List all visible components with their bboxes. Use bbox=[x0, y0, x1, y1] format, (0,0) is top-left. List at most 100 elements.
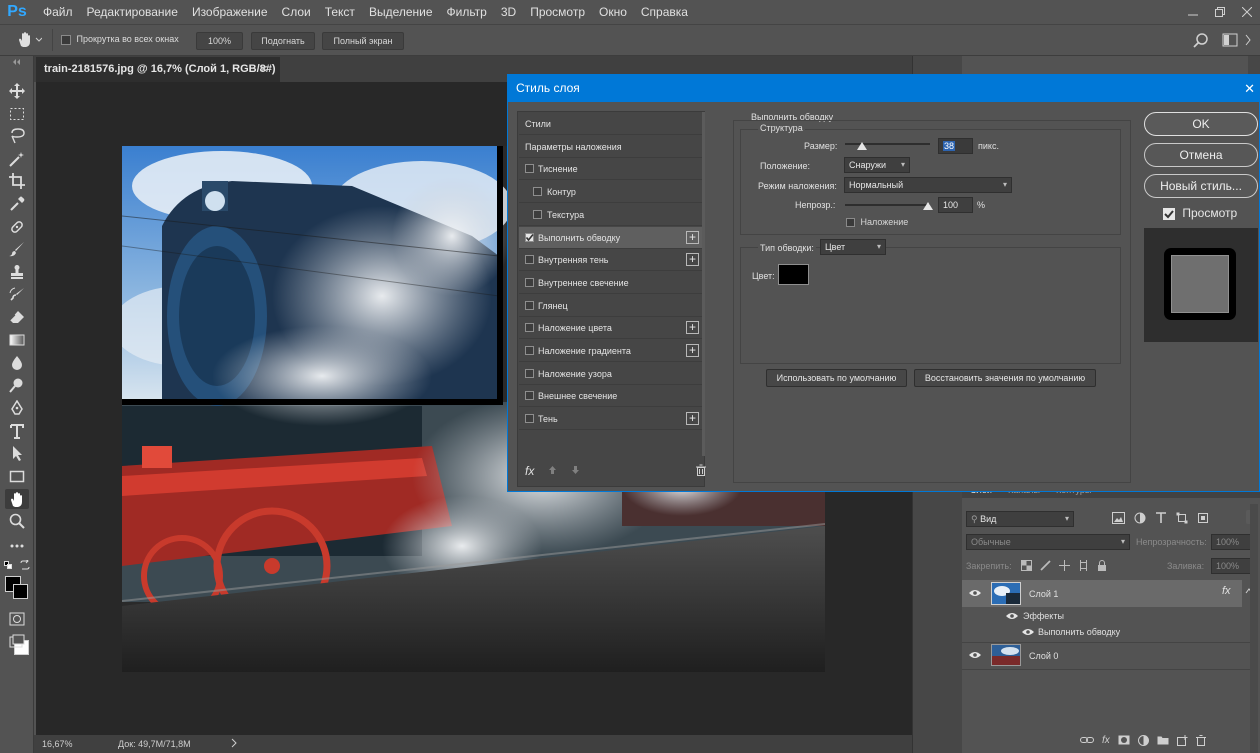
blur-tool-icon[interactable] bbox=[5, 353, 29, 373]
blend-mode-select[interactable]: Обычные ▾ bbox=[966, 534, 1130, 550]
more-tools-icon[interactable] bbox=[5, 536, 29, 556]
default-colors-icon[interactable] bbox=[4, 561, 12, 569]
layer-name[interactable]: Слой 0 bbox=[1029, 651, 1058, 661]
delete-layer-icon[interactable] bbox=[1195, 735, 1206, 746]
scroll-all-windows-checkbox[interactable]: Прокрутка во всех окнах bbox=[61, 34, 179, 45]
add-effect-icon[interactable]: + bbox=[686, 321, 699, 335]
style-item[interactable]: Внешнее свечение bbox=[519, 385, 703, 408]
menu-item[interactable]: Фильтр bbox=[440, 0, 494, 24]
overprint-checkbox[interactable]: Наложение bbox=[846, 217, 908, 228]
opacity-slider-thumb[interactable] bbox=[923, 202, 933, 210]
path-selection-tool-icon[interactable] bbox=[5, 443, 29, 463]
fill-input[interactable]: 100% bbox=[1211, 558, 1251, 574]
rectangle-tool-icon[interactable] bbox=[5, 466, 29, 486]
screen-mode-icon[interactable] bbox=[5, 631, 29, 651]
styles-scrollbar[interactable] bbox=[702, 112, 705, 456]
effects-label[interactable]: Эффекты bbox=[1023, 611, 1064, 621]
chevron-right-icon[interactable] bbox=[1244, 33, 1254, 47]
new-style-button[interactable]: Новый стиль... bbox=[1144, 174, 1258, 198]
brush-tool-icon[interactable] bbox=[5, 239, 29, 259]
eraser-tool-icon[interactable] bbox=[5, 307, 29, 327]
move-up-icon[interactable] bbox=[548, 465, 557, 475]
visibility-eye-icon[interactable] bbox=[969, 651, 981, 659]
effect-eye-icon[interactable] bbox=[1022, 628, 1034, 636]
move-tool-icon[interactable] bbox=[5, 81, 29, 101]
blend-mode-select[interactable]: Нормальный ▾ bbox=[844, 177, 1012, 193]
checkbox-icon[interactable] bbox=[525, 346, 534, 355]
menu-item[interactable]: Текст bbox=[318, 0, 362, 24]
add-style-icon[interactable]: fx bbox=[1102, 735, 1110, 746]
opacity-slider-track[interactable] bbox=[845, 204, 930, 206]
layer-name[interactable]: Слой 1 bbox=[1029, 589, 1058, 599]
style-item[interactable]: Наложение цвета + bbox=[519, 317, 703, 340]
style-item[interactable]: Текстура bbox=[519, 204, 703, 226]
workspace-icon[interactable] bbox=[1222, 33, 1238, 47]
close-tab-icon[interactable]: × bbox=[260, 57, 268, 81]
move-down-icon[interactable] bbox=[571, 465, 580, 475]
menu-item[interactable]: Справка bbox=[634, 0, 695, 24]
opacity-input[interactable]: 100% bbox=[1211, 534, 1251, 550]
style-item[interactable]: Стили bbox=[519, 113, 703, 135]
eyedropper-tool-icon[interactable] bbox=[5, 194, 29, 214]
position-select[interactable]: Снаружи ▾ bbox=[844, 157, 910, 173]
add-mask-icon[interactable] bbox=[1118, 735, 1130, 745]
add-effect-icon[interactable]: + bbox=[686, 230, 699, 244]
add-effect-icon[interactable]: + bbox=[686, 344, 699, 357]
style-item[interactable]: Наложение узора bbox=[519, 363, 703, 385]
style-item[interactable]: Тиснение bbox=[519, 158, 703, 181]
delete-effect-icon[interactable] bbox=[696, 464, 706, 476]
style-item[interactable]: Выполнить обводку + bbox=[519, 226, 703, 249]
menu-item[interactable]: Файл bbox=[36, 0, 80, 24]
checkbox-icon[interactable] bbox=[533, 209, 542, 219]
make-default-button[interactable]: Использовать по умолчанию bbox=[766, 369, 907, 387]
fullscreen-button[interactable]: Полный экран bbox=[322, 32, 404, 50]
hand-tool-preset-icon[interactable] bbox=[16, 31, 42, 49]
lock-position-icon[interactable] bbox=[1059, 560, 1070, 571]
preview-checkbox[interactable]: Просмотр bbox=[1163, 206, 1237, 220]
layers-scrollbar[interactable] bbox=[1250, 504, 1258, 753]
checkbox-icon[interactable] bbox=[533, 187, 542, 197]
menu-item[interactable]: 3D bbox=[494, 0, 523, 24]
fill-type-select[interactable]: Цвет ▾ bbox=[820, 239, 886, 255]
dialog-title-bar[interactable]: Стиль слоя ✕ bbox=[508, 75, 1259, 102]
checkbox-icon[interactable] bbox=[525, 277, 534, 287]
zoom-100-button[interactable]: 100% bbox=[196, 32, 243, 50]
zoom-level[interactable]: 16,67% bbox=[42, 739, 73, 749]
fit-button[interactable]: Подогнать bbox=[251, 32, 315, 50]
pen-tool-icon[interactable] bbox=[5, 398, 29, 418]
magic-wand-tool-icon[interactable] bbox=[5, 149, 29, 169]
history-brush-tool-icon[interactable] bbox=[5, 285, 29, 305]
collapse-icon[interactable] bbox=[13, 59, 21, 65]
menu-item[interactable]: Слои bbox=[275, 0, 318, 24]
lock-all-icon[interactable] bbox=[1097, 560, 1107, 571]
menu-item[interactable]: Просмотр bbox=[523, 0, 592, 24]
layer-kind-filter[interactable]: ⚲ Вид ▾ bbox=[966, 511, 1074, 527]
close-dialog-icon[interactable]: ✕ bbox=[1244, 75, 1255, 102]
healing-brush-tool-icon[interactable] bbox=[5, 217, 29, 237]
effects-eye-icon[interactable] bbox=[1006, 612, 1018, 620]
adjustment-layer-icon[interactable] bbox=[1137, 735, 1149, 746]
adjustment-filter-icon[interactable] bbox=[1134, 512, 1146, 524]
style-item[interactable]: Глянец bbox=[519, 295, 703, 317]
dodge-tool-icon[interactable] bbox=[5, 375, 29, 395]
menu-item[interactable]: Выделение bbox=[362, 0, 440, 24]
swap-colors-icon[interactable] bbox=[20, 560, 30, 570]
size-input[interactable]: 38 bbox=[938, 138, 973, 154]
fx-badge[interactable]: fx bbox=[1222, 585, 1231, 597]
hand-tool-icon[interactable] bbox=[5, 489, 29, 509]
checkbox-icon[interactable] bbox=[525, 414, 534, 424]
cancel-button[interactable]: Отмена bbox=[1144, 143, 1258, 167]
checkbox-icon[interactable] bbox=[525, 164, 534, 174]
quick-mask-icon[interactable] bbox=[5, 609, 29, 629]
checkbox-icon[interactable] bbox=[525, 300, 534, 310]
zoom-tool-icon[interactable] bbox=[5, 511, 29, 531]
lasso-tool-icon[interactable] bbox=[5, 126, 29, 146]
document-tab[interactable]: train-2181576.jpg @ 16,7% (Слой 1, RGB/8… bbox=[36, 57, 280, 99]
visibility-eye-icon[interactable] bbox=[969, 589, 981, 597]
background-color-swatch[interactable] bbox=[13, 584, 28, 599]
checkbox-icon[interactable] bbox=[525, 391, 534, 401]
size-slider-thumb[interactable] bbox=[857, 142, 867, 150]
search-icon[interactable] bbox=[1193, 33, 1209, 49]
effect-stroke-label[interactable]: Выполнить обводку bbox=[1038, 627, 1120, 637]
reset-default-button[interactable]: Восстановить значения по умолчанию bbox=[914, 369, 1096, 387]
